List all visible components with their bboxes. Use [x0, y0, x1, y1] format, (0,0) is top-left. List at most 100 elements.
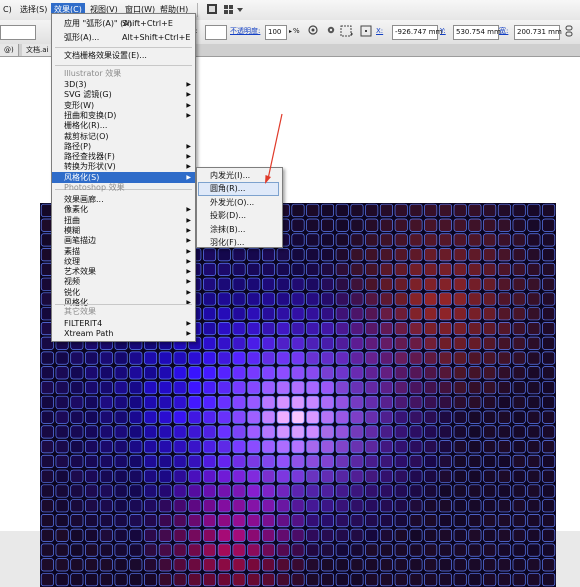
width-label[interactable]: 宽: — [499, 25, 508, 38]
mosaic-tile — [409, 351, 423, 365]
tab-document[interactable]: 文档.ai — [22, 44, 54, 56]
style-dropdown[interactable] — [205, 25, 227, 40]
mosaic-tile — [276, 366, 290, 380]
mosaic-tile — [261, 262, 276, 276]
stylize-submenu-item-0[interactable]: 内发光(I)... — [199, 170, 278, 182]
mosaic-tile — [453, 203, 467, 217]
mosaic-tile — [365, 307, 379, 321]
mosaic-tile — [424, 573, 438, 587]
mosaic-tile — [188, 395, 202, 409]
stylize-submenu-item-3[interactable]: 投影(D)... — [199, 210, 278, 222]
bridge-icon[interactable] — [203, 3, 221, 17]
mosaic-tile — [453, 440, 467, 454]
mosaic-tile — [261, 410, 276, 424]
mosaic-tile — [55, 469, 69, 483]
mosaic-tile — [85, 484, 99, 498]
submenu-item-label: 投影(D)... — [210, 211, 247, 221]
mosaic-tile — [483, 336, 497, 350]
mosaic-tile — [291, 366, 305, 380]
mosaic-tile — [497, 277, 511, 291]
y-input[interactable]: 530.754 mm — [453, 25, 501, 40]
workspace-switcher-icon[interactable] — [220, 3, 248, 17]
tab-previous[interactable]: @) — [0, 44, 19, 56]
mosaic-tile — [438, 307, 452, 321]
mosaic-tile — [379, 203, 393, 217]
mosaic-tile — [468, 262, 482, 276]
mosaic-tile — [335, 336, 349, 350]
mosaic-tile — [438, 233, 452, 247]
mosaic-tile — [453, 573, 467, 587]
mosaic-tile — [144, 514, 158, 528]
align-icon[interactable] — [340, 25, 354, 38]
mosaic-tile — [85, 573, 99, 587]
constrain-proportions-icon[interactable] — [564, 25, 574, 38]
mosaic-tile — [217, 381, 231, 395]
mosaic-tile — [40, 499, 54, 513]
mosaic-tile — [453, 469, 467, 483]
mosaic-tile — [394, 410, 408, 424]
mosaic-tile — [453, 558, 467, 572]
mosaic-tile — [394, 218, 408, 232]
mosaic-tile — [261, 440, 276, 454]
menu-item-last-effect[interactable]: 弧形(A)... Alt+Shift+Ctrl+E — [52, 32, 195, 43]
mosaic-tile — [453, 248, 467, 262]
mosaic-tile — [217, 573, 231, 587]
mosaic-tile — [468, 203, 482, 217]
y-label[interactable]: Y: — [440, 25, 446, 38]
mosaic-tile — [232, 410, 246, 424]
mosaic-tile — [276, 469, 290, 483]
mosaic-tile — [276, 425, 290, 439]
mosaic-tile — [99, 469, 113, 483]
stylize-submenu-item-1[interactable]: 圆角(R)... — [198, 182, 279, 197]
menu-item-document-raster-settings[interactable]: 文档栅格效果设置(E)... — [52, 50, 195, 61]
mosaic-tile — [468, 469, 482, 483]
mosaic-tile — [527, 499, 541, 513]
opacity-input[interactable]: 100 — [265, 25, 287, 40]
mosaic-tile — [129, 366, 143, 380]
stylize-submenu-item-4[interactable]: 涂抹(B)... — [199, 224, 278, 236]
recolor-icon[interactable] — [308, 25, 318, 38]
mosaic-tile — [453, 336, 467, 350]
mosaic-tile — [114, 499, 128, 513]
stroke-weight-field[interactable] — [0, 25, 36, 40]
mosaic-tile — [424, 262, 438, 276]
mosaic-tile — [497, 573, 511, 587]
mosaic-tile — [247, 277, 261, 291]
mosaic-tile — [542, 410, 556, 424]
mosaic-tile — [144, 573, 158, 587]
mosaic-tile — [335, 484, 349, 498]
mosaic-tile — [188, 469, 202, 483]
reference-point-icon[interactable] — [360, 25, 372, 38]
mosaic-tile — [40, 484, 54, 498]
mosaic-tile — [365, 558, 379, 572]
mosaic-tile — [394, 277, 408, 291]
mosaic-tile — [365, 484, 379, 498]
x-label[interactable]: X: — [376, 25, 383, 38]
mosaic-tile — [527, 292, 541, 306]
settings-icon[interactable] — [326, 25, 336, 38]
stylize-submenu-item-2[interactable]: 外发光(O)... — [199, 197, 278, 209]
opacity-dropdown-icon[interactable]: ▸ — [289, 25, 292, 38]
submenu-item-label: 羽化(F)... — [210, 238, 245, 247]
menu-truncated[interactable]: C) — [0, 3, 15, 17]
stylize-submenu-item-5[interactable]: 羽化(F)... — [199, 237, 278, 249]
mosaic-tile — [173, 484, 187, 498]
mosaic-tile — [129, 440, 143, 454]
menu-item-other-1[interactable]: Xtream Path ▶ — [52, 328, 195, 339]
width-input[interactable]: 200.731 mm — [514, 25, 562, 40]
mosaic-tile — [365, 395, 379, 409]
opacity-label[interactable]: 不透明度: — [230, 25, 260, 38]
menu-select[interactable]: 选择(S) — [17, 3, 50, 17]
mosaic-tile — [203, 454, 217, 468]
mosaic-tile — [114, 366, 128, 380]
x-input[interactable]: -926.747 mm — [392, 25, 442, 40]
mosaic-tile — [335, 321, 349, 336]
mosaic-tile — [144, 484, 158, 498]
mosaic-tile — [542, 558, 556, 572]
mosaic-tile — [409, 395, 423, 409]
mosaic-tile — [99, 381, 113, 395]
mosaic-tile — [483, 454, 497, 468]
menu-item-apply-last-effect[interactable]: 应用 "弧形(A)" (A) Shift+Ctrl+E — [52, 18, 195, 29]
mosaic-tile — [247, 410, 261, 424]
mosaic-tile — [409, 218, 423, 232]
